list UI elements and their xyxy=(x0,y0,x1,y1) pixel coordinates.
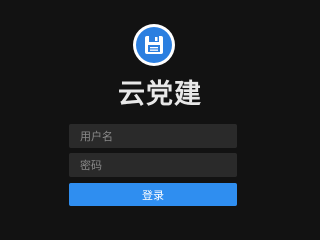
username-input[interactable] xyxy=(69,124,237,148)
floppy-disk-icon xyxy=(145,36,163,54)
username-field-container xyxy=(69,124,237,148)
logo-circle xyxy=(136,27,172,63)
app-title: 云党建 xyxy=(118,79,202,110)
app-logo xyxy=(133,24,175,66)
password-field-container xyxy=(69,153,237,177)
login-button[interactable]: 登录 xyxy=(69,183,237,206)
password-input[interactable] xyxy=(69,153,237,177)
